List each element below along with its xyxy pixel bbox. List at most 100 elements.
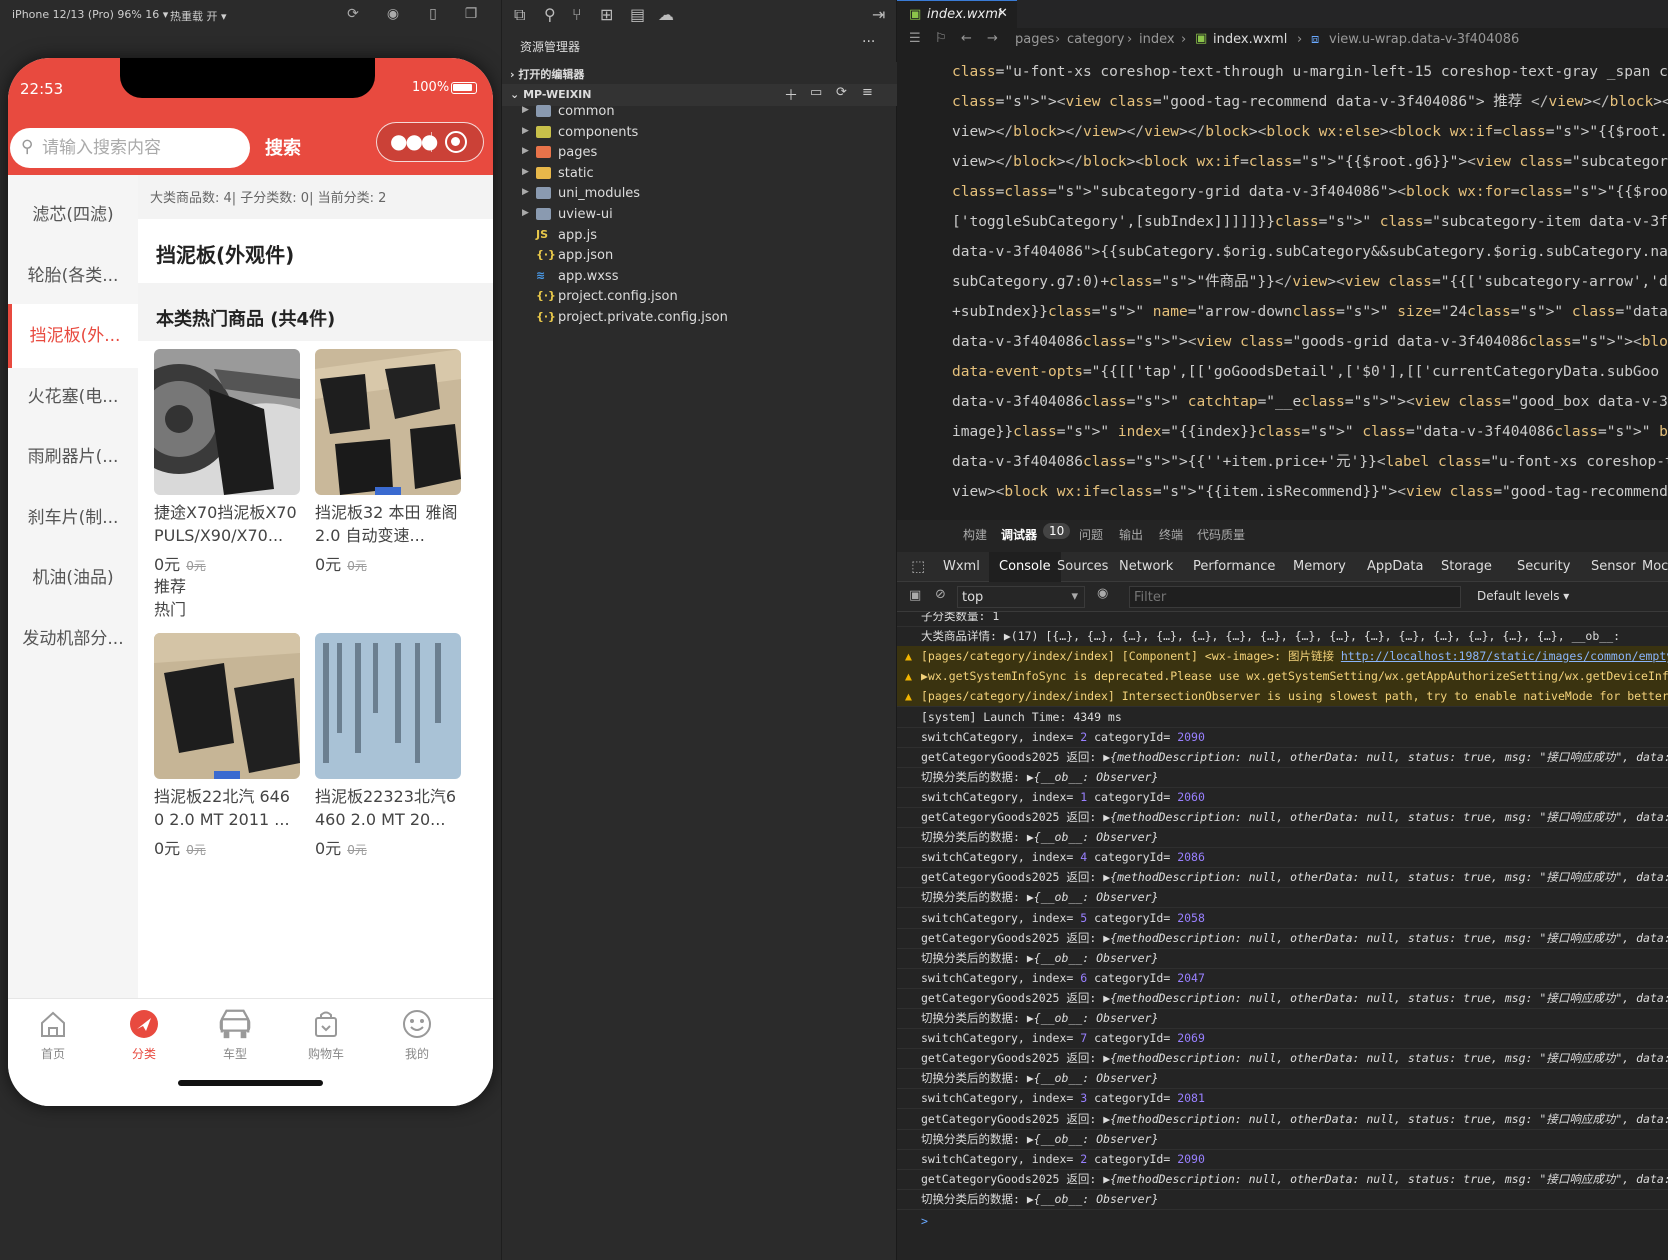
tree-item[interactable]: ▶ uni_modules <box>502 184 897 206</box>
tab-wxml[interactable]: Wxml <box>943 559 980 574</box>
sidebar-item[interactable]: 发动机部分... <box>8 607 138 671</box>
context-select[interactable]: top ▾ <box>957 586 1085 608</box>
collapse-icon[interactable]: ≡ <box>862 85 873 100</box>
tab-sensor[interactable]: Sensor <box>1591 559 1636 574</box>
search-icon[interactable]: ⚲ <box>544 5 556 24</box>
more-icon[interactable]: ●●● <box>390 129 438 153</box>
phone-icon[interactable]: ▯ <box>424 6 442 24</box>
sidebar-item[interactable]: 火花塞(电... <box>8 365 138 429</box>
product-card[interactable]: 挡泥板32 本田 雅阁 2.0 自动变速... 0元 0元 <box>315 349 461 575</box>
sidebar-toggle-icon[interactable]: ▣ <box>909 588 921 603</box>
cloud-icon[interactable]: ☁ <box>658 5 674 24</box>
preview-icon[interactable]: ▤ <box>630 5 645 24</box>
breadcrumb-item[interactable]: index.wxml <box>1213 32 1287 47</box>
product-card[interactable]: 捷途X70挡泥板X70PULS/X90/X70... 0元 0元 推荐 热门 <box>154 349 300 621</box>
tree-item[interactable]: ▶ static <box>502 164 897 186</box>
tree-item[interactable]: ▶ common <box>502 102 897 124</box>
outline-icon[interactable]: ☰ <box>909 31 921 46</box>
editor-tab[interactable]: ▣ index.wxml ✕ <box>897 0 1017 28</box>
tab-debugger[interactable]: 调试器 <box>1001 526 1037 543</box>
tab-appdata[interactable]: AppData <box>1367 559 1423 574</box>
tab-storage[interactable]: Storage <box>1441 559 1492 574</box>
tab-home[interactable]: 首页 <box>23 1007 83 1062</box>
tab-memory[interactable]: Memory <box>1293 559 1346 574</box>
tab-profile[interactable]: 我的 <box>387 1007 447 1062</box>
more-icon[interactable]: ··· <box>862 34 875 50</box>
eye-icon[interactable]: ◉ <box>1097 586 1108 601</box>
breadcrumb-item[interactable]: pages <box>1015 32 1054 47</box>
forward-icon[interactable]: → <box>987 31 998 46</box>
expandable-object[interactable]: ▶{methodDescription: null, otherData: nu… <box>1103 750 1668 764</box>
expandable-object[interactable]: ▶{__ob__: Observer} <box>1027 1071 1159 1085</box>
product-card[interactable]: 挡泥板22323北汽6460 2.0 MT 20... 0元 0元 <box>315 633 461 859</box>
open-editors-section[interactable]: › 打开的编辑器 <box>502 62 897 84</box>
console-prompt[interactable]: > <box>897 1211 1668 1232</box>
expandable-object[interactable]: ▶{methodDescription: null, otherData: nu… <box>1103 931 1668 945</box>
inspect-icon[interactable]: ⬚ <box>911 557 925 575</box>
tree-item[interactable]: {·} project.private.config.json <box>502 308 897 330</box>
window-icon[interactable]: ❐ <box>462 6 480 24</box>
expandable-object[interactable]: ▶{__ob__: Observer} <box>1027 830 1159 844</box>
tab-cart[interactable]: 购物车 <box>296 1007 356 1062</box>
expandable-object[interactable]: ▶{methodDescription: null, otherData: nu… <box>1103 870 1668 884</box>
tree-item[interactable]: JS app.js <box>502 226 897 248</box>
expandable-object[interactable]: ▶{methodDescription: null, otherData: nu… <box>1103 810 1668 824</box>
device-selector[interactable]: iPhone 12/13 (Pro) 96% 16 ▾ <box>12 8 168 21</box>
search-input[interactable] <box>42 136 242 160</box>
sidebar-item[interactable]: 挡泥板(外... <box>8 304 138 368</box>
files-icon[interactable]: ⧉ <box>514 5 525 25</box>
tree-item[interactable]: ▶ components <box>502 123 897 145</box>
tab-console[interactable]: Console <box>989 552 1061 582</box>
tree-item[interactable]: {·} app.json <box>502 246 897 268</box>
expandable-object[interactable]: ▶{__ob__: Observer} <box>1027 890 1159 904</box>
refresh-icon[interactable]: ⟳ <box>344 6 362 24</box>
expandable-object[interactable]: ▶{__ob__: Observer} <box>1027 1192 1159 1206</box>
console-link[interactable]: http://localhost:1987/static/images/comm… <box>1341 649 1668 663</box>
breadcrumb-item[interactable]: view.u-wrap.data-v-3f404086 <box>1329 32 1519 47</box>
sidebar-item[interactable]: 轮胎(各类... <box>8 244 138 308</box>
expandable-object[interactable]: ▶{__ob__: Observer} <box>1027 1011 1159 1025</box>
tab-output[interactable]: 输出 <box>1119 526 1143 543</box>
tree-item[interactable]: {·} project.config.json <box>502 287 897 309</box>
tab-code-quality[interactable]: 代码质量 <box>1197 526 1245 543</box>
tab-security[interactable]: Security <box>1517 559 1570 574</box>
tab-network[interactable]: Network <box>1119 559 1173 574</box>
tab-problems[interactable]: 问题 <box>1079 526 1103 543</box>
refresh-icon[interactable]: ⟳ <box>836 85 847 100</box>
tab-car[interactable]: 车型 <box>205 1007 265 1062</box>
expandable-object[interactable]: ▶{methodDescription: null, otherData: nu… <box>1103 1112 1668 1126</box>
source-control-icon[interactable]: ⑂ <box>572 5 582 24</box>
tab-build[interactable]: 构建 <box>963 526 987 543</box>
expandable-object[interactable]: ▶{__ob__: Observer} <box>1027 770 1159 784</box>
sidebar-item[interactable]: 滤芯(四滤) <box>8 183 138 247</box>
record-icon[interactable]: ◉ <box>384 6 402 24</box>
breadcrumb-item[interactable]: index <box>1139 32 1175 47</box>
back-icon[interactable]: ← <box>961 31 972 46</box>
breadcrumb-item[interactable]: category <box>1067 32 1124 47</box>
tab-terminal[interactable]: 终端 <box>1159 526 1183 543</box>
expandable-object[interactable]: ▶{methodDescription: null, otherData: nu… <box>1103 1172 1668 1186</box>
search-button[interactable]: 搜索 <box>265 134 301 160</box>
tree-item[interactable]: ▶ pages <box>502 143 897 165</box>
tab-mock[interactable]: Mock <box>1642 559 1668 574</box>
hot-reload-toggle[interactable]: 热重载 开 ▾ <box>170 8 227 24</box>
close-icon[interactable]: ✕ <box>997 6 1008 21</box>
tab-sources[interactable]: Sources <box>1057 559 1108 574</box>
tree-item[interactable]: ▶ uview-ui <box>502 205 897 227</box>
search-box[interactable]: ⚲ <box>10 128 250 168</box>
clear-console-icon[interactable]: ⊘ <box>935 587 946 602</box>
sidebar-item[interactable]: 机油(油品) <box>8 546 138 610</box>
tab-category[interactable]: 分类 <box>114 1007 174 1062</box>
extensions-icon[interactable]: ⊞ <box>600 5 613 24</box>
product-card[interactable]: 挡泥板22北汽 6460 2.0 MT 2011 ... 0元 0元 <box>154 633 300 859</box>
expandable-object[interactable]: ▶{__ob__: Observer} <box>1027 1132 1159 1146</box>
toggle-panel-icon[interactable]: ⇥ <box>872 5 885 24</box>
expandable-object[interactable]: ▶{__ob__: Observer} <box>1027 951 1159 965</box>
log-levels-select[interactable]: Default levels ▾ <box>1477 589 1569 603</box>
close-mini-program-icon[interactable] <box>445 131 467 153</box>
new-folder-icon[interactable]: ▭ <box>810 85 822 100</box>
expandable-object[interactable]: ▶{methodDescription: null, otherData: nu… <box>1103 991 1668 1005</box>
tab-performance[interactable]: Performance <box>1193 559 1275 574</box>
tree-item[interactable]: ≋ app.wxss <box>502 267 897 289</box>
code-area[interactable]: class="u-font-xs coreshop-text-through u… <box>897 56 1668 526</box>
